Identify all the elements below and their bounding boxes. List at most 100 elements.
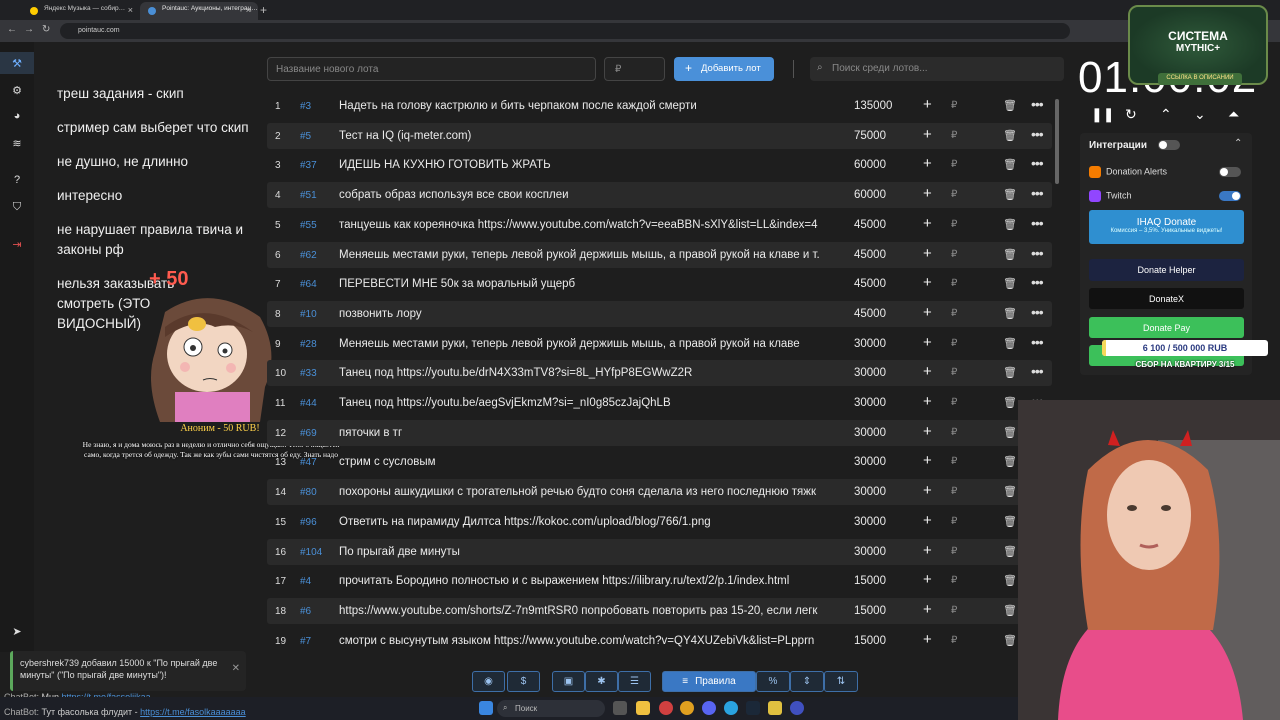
lot-id[interactable]: #10 <box>300 309 317 320</box>
delete-icon[interactable]: 🗑 <box>1003 307 1017 320</box>
close-icon[interactable]: ✕ <box>232 663 240 675</box>
lot-row[interactable]: 12#69пяточки в тг30000+₽🗑••• <box>267 419 1052 446</box>
back-icon[interactable]: ← <box>7 24 17 35</box>
github-button[interactable]: ◉ <box>472 671 505 692</box>
lot-amount[interactable]: 30000 <box>854 456 886 468</box>
add-amount-icon[interactable]: + <box>923 512 932 529</box>
lot-row[interactable]: 14 #80 похороны ашкудишки с трогательной р… <box>267 479 1052 506</box>
help-icon[interactable]: ? <box>10 173 24 187</box>
donatex-button[interactable]: DonateX <box>1089 288 1244 309</box>
lot-id[interactable]: #47 <box>300 457 317 468</box>
lot-amount[interactable]: 45000 <box>854 219 886 231</box>
wheel-icon[interactable]: ◕ <box>10 109 24 123</box>
lot-id[interactable]: #80 <box>300 487 317 498</box>
lot-name[interactable]: Меняешь местами руки, теперь левой рукой… <box>339 338 829 350</box>
delete-icon[interactable]: 🗑 <box>1003 634 1017 647</box>
lot-name[interactable]: Надеть на голову кастрюлю и бить черпако… <box>339 100 829 112</box>
reload-icon[interactable]: ↻ <box>42 24 50 35</box>
lot-amount[interactable]: 15000 <box>854 605 886 617</box>
lot-amount[interactable]: 30000 <box>854 397 886 409</box>
lot-id[interactable]: #104 <box>300 547 322 558</box>
lot-row[interactable]: 13#47стрим с сусловым30000+₽🗑••• <box>267 449 1052 475</box>
more-icon[interactable]: ••• <box>1031 215 1044 231</box>
delete-icon[interactable]: 🗑 <box>1003 396 1017 409</box>
app-icon[interactable] <box>768 701 782 715</box>
lot-name[interactable]: Танец под https://youtu.be/aegSvjEkmzM?s… <box>339 397 829 409</box>
start-icon[interactable] <box>479 701 493 715</box>
delete-icon[interactable]: 🗑 <box>1003 574 1017 587</box>
lot-name[interactable]: похороны ашкудишки с трогательной речью … <box>339 486 829 498</box>
lot-row[interactable]: 8 #10 позвонить лору 45000 + ₽ 🗑 ••• <box>267 300 1052 327</box>
delete-icon[interactable]: 🗑 <box>1003 129 1017 142</box>
donate-pay-button[interactable]: Donate Pay <box>1089 317 1244 338</box>
donation-alerts-toggle[interactable] <box>1219 167 1241 177</box>
lot-amount[interactable]: 45000 <box>854 278 886 290</box>
browser-tab-pointauc[interactable]: Pointauc: Аукционы, интеграц… × <box>140 2 258 20</box>
lot-row[interactable]: 7 #64 ПЕРЕВЕСТИ МНЕ 50к за моральный ущерб… <box>267 271 1052 297</box>
add-amount-icon[interactable]: + <box>923 571 932 588</box>
lot-id[interactable]: #44 <box>300 398 317 409</box>
browser-tab-music[interactable]: Яндекс Музыка — собир… × <box>22 2 140 20</box>
ihaq-donate-button[interactable]: IHAQ Donate Комиссия – 3,5%. Уникальные … <box>1089 210 1244 244</box>
lot-amount[interactable]: 60000 <box>854 189 886 201</box>
lot-name[interactable]: ПЕРЕВЕСТИ МНЕ 50к за моральный ущерб <box>339 278 829 290</box>
settings-icon[interactable]: ⚙ <box>10 83 24 97</box>
lot-name[interactable]: танцуешь как кореяночка https://www.yout… <box>339 219 829 231</box>
lot-id[interactable]: #7 <box>300 636 311 647</box>
delete-icon[interactable]: 🗑 <box>1003 604 1017 617</box>
add-amount-icon[interactable]: + <box>923 542 932 559</box>
add-amount-icon[interactable]: + <box>923 96 932 113</box>
delete-icon[interactable]: 🗑 <box>1003 515 1017 528</box>
delete-icon[interactable]: 🗑 <box>1003 248 1017 261</box>
lot-row[interactable]: 10 #33 Танец под https://youtu.be/drN4X33m… <box>267 360 1052 387</box>
delete-icon[interactable]: 🗑 <box>1003 218 1017 231</box>
taskbar-search[interactable]: ⌕ Поиск <box>497 700 605 717</box>
more-icon[interactable]: ••• <box>1031 96 1044 112</box>
lot-price-input[interactable]: ₽ <box>604 57 665 81</box>
add-amount-icon[interactable]: + <box>923 363 932 380</box>
add-amount-icon[interactable]: + <box>923 245 932 262</box>
lot-name[interactable]: прочитать Бородино полностью и с выражен… <box>339 575 829 587</box>
delete-icon[interactable]: 🗑 <box>1003 188 1017 201</box>
integrations-toggle[interactable] <box>1158 140 1180 150</box>
chevron-up-icon[interactable]: ⌃ <box>1160 106 1172 123</box>
lot-amount[interactable]: 45000 <box>854 249 886 261</box>
more-icon[interactable]: ••• <box>1031 155 1044 171</box>
steam-icon[interactable] <box>746 701 760 715</box>
telegram-icon[interactable]: ➤ <box>10 624 24 638</box>
lot-name[interactable]: https://www.youtube.com/shorts/Z-7n9mtRS… <box>339 605 829 617</box>
chevron-up-icon[interactable]: ⌃ <box>1234 138 1242 149</box>
telegram-icon[interactable] <box>724 701 738 715</box>
lot-row[interactable]: 2 #5 Тест на IQ (iq-meter.com) 75000 + ₽ 🗑 ••• <box>267 122 1052 149</box>
lot-id[interactable]: #51 <box>300 190 317 201</box>
add-amount-icon[interactable]: + <box>923 601 932 618</box>
lot-id[interactable]: #37 <box>300 160 317 171</box>
lot-row[interactable]: 6 #62 Меняешь местами руки, теперь левой р… <box>267 241 1052 268</box>
discord-icon[interactable] <box>702 701 716 715</box>
lots-scrollbar[interactable] <box>1055 99 1059 184</box>
more-icon[interactable]: ••• <box>1031 126 1044 142</box>
lot-row[interactable]: 19 #7 смотри с высунутым языком https://ww… <box>267 628 1052 654</box>
more-icon[interactable]: ••• <box>1031 304 1044 320</box>
layers-icon[interactable]: ≋ <box>10 136 24 150</box>
lot-amount[interactable]: 30000 <box>854 338 886 350</box>
more-icon[interactable]: ••• <box>1031 334 1044 350</box>
lot-row[interactable]: 4 #51 собрать образ используя все свои кос… <box>267 182 1052 209</box>
add-amount-icon[interactable]: + <box>923 185 932 202</box>
add-amount-icon[interactable]: + <box>923 452 932 469</box>
lot-name[interactable]: ИДЕШЬ НА КУХНЮ ГОТОВИТЬ ЖРАТЬ <box>339 159 829 171</box>
delete-icon[interactable]: 🗑 <box>1003 426 1017 439</box>
lot-row[interactable]: 18 #6 https://www.youtube.com/shorts/Z-7n9… <box>267 597 1052 624</box>
close-icon[interactable]: × <box>128 5 133 15</box>
shield-icon[interactable]: ⛉ <box>10 200 24 214</box>
lot-amount[interactable]: 30000 <box>854 367 886 379</box>
add-amount-icon[interactable]: + <box>923 423 932 440</box>
lot-row[interactable]: 17 #4 прочитать Бородино полностью и с выр… <box>267 568 1052 594</box>
lot-amount[interactable]: 30000 <box>854 516 886 528</box>
rules-button[interactable]: ≡ Правила <box>662 671 756 692</box>
lot-amount[interactable]: 135000 <box>854 100 892 112</box>
url-field[interactable]: pointauc.com <box>60 23 1070 39</box>
lot-amount[interactable]: 75000 <box>854 130 886 142</box>
lot-search-input[interactable]: ⌕ Поиск среди лотов... <box>810 57 1064 81</box>
lot-row[interactable]: 5 #55 танцуешь как кореяночка https://www.… <box>267 212 1052 238</box>
